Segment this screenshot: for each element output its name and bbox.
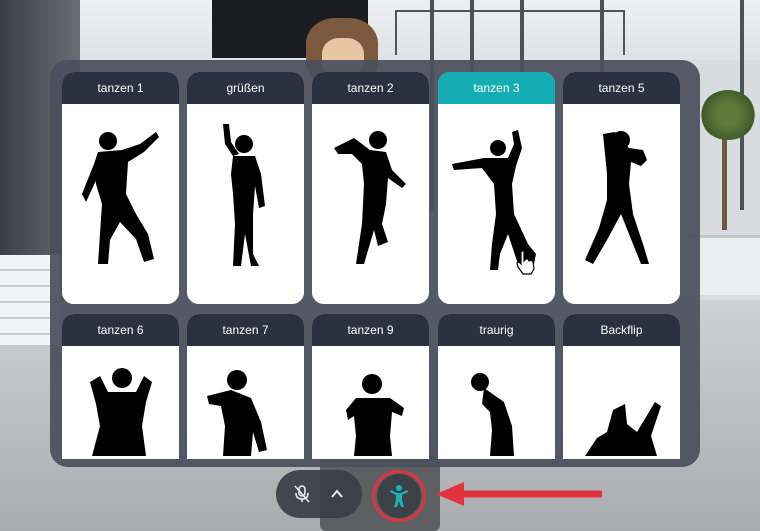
emote-card-label: tanzen 2 xyxy=(312,72,429,104)
annotation-arrow-icon xyxy=(436,482,602,506)
mute-microphone-button[interactable] xyxy=(287,479,317,509)
chevron-up-icon xyxy=(330,489,343,498)
bottom-toolbar xyxy=(276,470,362,518)
expand-toolbar-button[interactable] xyxy=(322,479,352,509)
emote-selection-panel: tanzen 1 grüßen tanzen 2 tanzen 3 tanzen… xyxy=(50,60,700,467)
scene-plant-leaves xyxy=(700,90,756,140)
dance-silhouette-icon xyxy=(312,104,429,304)
emote-card-tanzen-7[interactable]: tanzen 7 xyxy=(187,314,304,459)
dancing-person-icon xyxy=(390,485,408,507)
emote-card-tanzen-3[interactable]: tanzen 3 xyxy=(438,72,555,304)
emote-card-label: tanzen 7 xyxy=(187,314,304,346)
microphone-muted-icon xyxy=(293,485,310,503)
hand-cursor-icon xyxy=(516,250,535,275)
backflip-silhouette-icon xyxy=(563,346,680,459)
dance-silhouette-icon xyxy=(312,346,429,459)
emote-card-label: tanzen 9 xyxy=(312,314,429,346)
emote-card-label: grüßen xyxy=(187,72,304,104)
emote-card-tanzen-1[interactable]: tanzen 1 xyxy=(62,72,179,304)
dance-silhouette-icon xyxy=(438,104,555,304)
emote-card-label: tanzen 3 xyxy=(438,72,555,104)
emote-card-label: tanzen 1 xyxy=(62,72,179,104)
scene-ceiling xyxy=(0,0,760,60)
emote-menu-button[interactable] xyxy=(377,474,421,518)
dance-silhouette-icon xyxy=(62,346,179,459)
emote-card-label: Backflip xyxy=(563,314,680,346)
dance-silhouette-icon xyxy=(563,104,680,304)
emote-card-tanzen-6[interactable]: tanzen 6 xyxy=(62,314,179,459)
waving-silhouette-icon xyxy=(187,104,304,304)
dance-silhouette-icon xyxy=(187,346,304,459)
emote-card-tanzen-9[interactable]: tanzen 9 xyxy=(312,314,429,459)
emote-card-gruessen[interactable]: grüßen xyxy=(187,72,304,304)
emote-card-label: tanzen 5 xyxy=(563,72,680,104)
scene-stage xyxy=(690,235,760,295)
emote-card-backflip[interactable]: Backflip xyxy=(563,314,680,459)
dance-silhouette-icon xyxy=(62,104,179,304)
emote-card-label: traurig xyxy=(438,314,555,346)
emote-card-tanzen-2[interactable]: tanzen 2 xyxy=(312,72,429,304)
sad-silhouette-icon xyxy=(438,346,555,459)
emote-card-label: tanzen 6 xyxy=(62,314,179,346)
emote-card-traurig[interactable]: traurig xyxy=(438,314,555,459)
emote-card-tanzen-5[interactable]: tanzen 5 xyxy=(563,72,680,304)
